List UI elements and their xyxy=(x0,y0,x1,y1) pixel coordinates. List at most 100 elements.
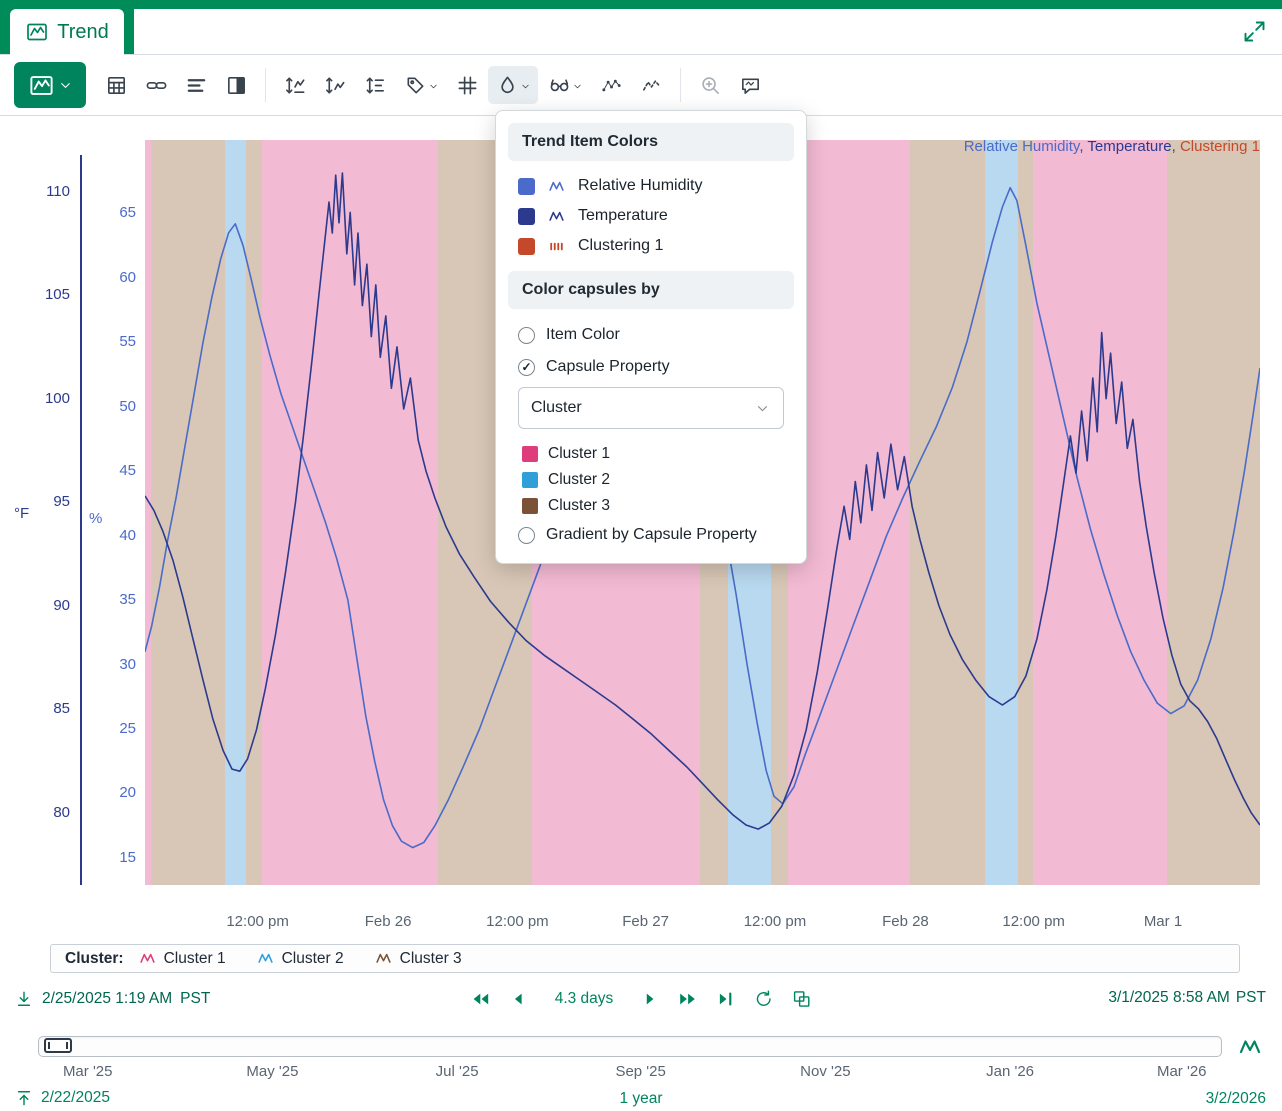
cluster-legend-bar: Cluster: Cluster 1Cluster 2Cluster 3 xyxy=(50,944,1240,973)
x-axis-labels: 12:00 pmFeb 2612:00 pmFeb 2712:00 pmFeb … xyxy=(145,913,1260,933)
legend-item[interactable]: Temperature xyxy=(1087,138,1171,155)
cluster-color-row[interactable]: Cluster 2 xyxy=(508,467,794,493)
signal-icon xyxy=(545,178,568,195)
view-selector-button[interactable] xyxy=(14,62,86,108)
step-back-button[interactable] xyxy=(469,987,493,1011)
timeline-month-label: Sep '25 xyxy=(615,1063,665,1080)
cluster-legend-item[interactable]: Cluster 3 xyxy=(374,950,462,968)
gradient-label: Gradient by Capsule Property xyxy=(546,526,757,544)
signal-icon xyxy=(138,950,157,967)
refresh-button[interactable] xyxy=(751,987,775,1011)
investigate-duration[interactable]: 1 year xyxy=(619,1090,662,1108)
capsule-time-button[interactable] xyxy=(97,66,135,104)
timeline-month-label: May '25 xyxy=(246,1063,298,1080)
compare-view-button[interactable] xyxy=(177,66,215,104)
one-lane-button[interactable] xyxy=(276,66,314,104)
range-start-date[interactable]: 2/25/2025 1:19 AM xyxy=(42,990,172,1008)
trend-item-colors-popup: Trend Item Colors Relative HumidityTempe… xyxy=(495,110,807,564)
y-tick-label: 60 xyxy=(96,269,136,286)
y-tick-label: 90 xyxy=(24,597,70,614)
y-tick-label: 40 xyxy=(96,527,136,544)
cluster-color-label: Cluster 1 xyxy=(548,445,610,463)
annotate-button[interactable] xyxy=(731,66,769,104)
investigate-start-date: 2/22/2025 xyxy=(41,1089,110,1107)
trend-item-label: Clustering 1 xyxy=(578,237,663,255)
cursors-button[interactable] xyxy=(540,66,590,104)
timeline-track[interactable] xyxy=(38,1036,1222,1057)
one-yaxis-icon xyxy=(324,74,347,97)
half-step-back-button[interactable] xyxy=(507,987,531,1011)
y-tick-label: 25 xyxy=(96,720,136,737)
chart-legend: Relative Humidity, Temperature, Clusteri… xyxy=(964,138,1260,155)
zoom-icon xyxy=(699,74,722,97)
x-tick-label: 12:00 pm xyxy=(1002,913,1065,930)
range-controls-left xyxy=(469,987,531,1011)
capsule-property-select[interactable]: Cluster xyxy=(518,387,784,429)
one-yaxis-button[interactable] xyxy=(316,66,354,104)
step-forward-button[interactable] xyxy=(675,987,699,1011)
color-button[interactable] xyxy=(488,66,538,104)
cluster-color-row[interactable]: Cluster 1 xyxy=(508,441,794,467)
top-accent-bar xyxy=(0,0,1282,9)
chain-view-button[interactable] xyxy=(137,66,175,104)
range-controls: 4.3 days xyxy=(469,987,814,1011)
cluster-legend-item[interactable]: Cluster 1 xyxy=(138,950,226,968)
trend-item-label: Relative Humidity xyxy=(578,177,702,195)
x-tick-label: Mar 1 xyxy=(1144,913,1182,930)
range-start-arrow-icon[interactable] xyxy=(14,989,34,1009)
timeline-signal-icon[interactable] xyxy=(1238,1035,1262,1059)
trend-item-label: Temperature xyxy=(578,207,668,225)
comment-icon xyxy=(739,74,762,97)
trend-item-row[interactable]: Relative Humidity xyxy=(508,171,794,201)
cluster-color-list: Cluster 1 Cluster 2Cluster 3 xyxy=(508,441,794,519)
item-color-option[interactable]: Item Color xyxy=(508,319,794,351)
investigate-end-date[interactable]: 3/2/2026 xyxy=(1206,1090,1266,1108)
radio-checked-icon: ✓ xyxy=(518,359,535,376)
range-end-date[interactable]: 3/1/2025 8:58 AM xyxy=(1108,989,1230,1007)
y-tick-label: 55 xyxy=(96,333,136,350)
auto-update-button[interactable] xyxy=(789,987,813,1011)
cluster-legend-item[interactable]: Cluster 2 xyxy=(256,950,344,968)
gradient-option[interactable]: Gradient by Capsule Property xyxy=(508,519,794,553)
chevron-down-icon xyxy=(754,400,771,417)
timeline-handle-right[interactable] xyxy=(66,1042,68,1049)
zoom-button[interactable] xyxy=(691,66,729,104)
capsule-property-option[interactable]: ✓ Capsule Property xyxy=(508,351,794,383)
tag-icon xyxy=(404,74,427,97)
interpolation-button[interactable] xyxy=(632,66,670,104)
color-capsules-by-title: Color capsules by xyxy=(508,271,794,309)
trend-item-row[interactable]: Temperature xyxy=(508,201,794,231)
capsule-property-label: Capsule Property xyxy=(546,358,670,376)
cluster-color-row[interactable]: Cluster 3 xyxy=(508,493,794,519)
gridlines-icon xyxy=(456,74,479,97)
x-tick-label: 12:00 pm xyxy=(486,913,549,930)
timeline-handle-left[interactable] xyxy=(48,1042,50,1049)
half-step-forward-button[interactable] xyxy=(637,987,661,1011)
trend-item-row[interactable]: Clustering 1 xyxy=(508,231,794,261)
toolbar-groups xyxy=(96,66,770,104)
toolbar-separator xyxy=(680,68,681,102)
legend-item[interactable]: Relative Humidity xyxy=(964,138,1080,155)
radio-unchecked-icon xyxy=(518,327,535,344)
labels-button[interactable] xyxy=(396,66,446,104)
caret-down-icon xyxy=(428,80,439,91)
autoscale-button[interactable] xyxy=(356,66,394,104)
expand-button[interactable] xyxy=(1241,18,1268,45)
caret-down-icon xyxy=(520,80,531,91)
timeline-selection[interactable] xyxy=(44,1038,72,1053)
autoscale-icon xyxy=(364,74,387,97)
toolbar-separator xyxy=(265,68,266,102)
legend-item[interactable]: Clustering 1 xyxy=(1180,138,1260,155)
dimming-button[interactable] xyxy=(217,66,255,104)
axis-degF-ticks: 11010510095908580 xyxy=(24,140,70,885)
tab-trend[interactable]: Trend xyxy=(10,9,124,55)
y-tick-label: 105 xyxy=(24,286,70,303)
range-end-timezone: PST xyxy=(1236,989,1266,1007)
y-tick-label: 20 xyxy=(96,784,136,801)
gridlines-button[interactable] xyxy=(448,66,486,104)
y-tick-label: 50 xyxy=(96,398,136,415)
samples-button[interactable] xyxy=(592,66,630,104)
range-duration[interactable]: 4.3 days xyxy=(555,990,614,1008)
go-to-now-button[interactable] xyxy=(713,987,737,1011)
investigate-range-start[interactable]: 2/22/2025 xyxy=(14,1088,110,1108)
